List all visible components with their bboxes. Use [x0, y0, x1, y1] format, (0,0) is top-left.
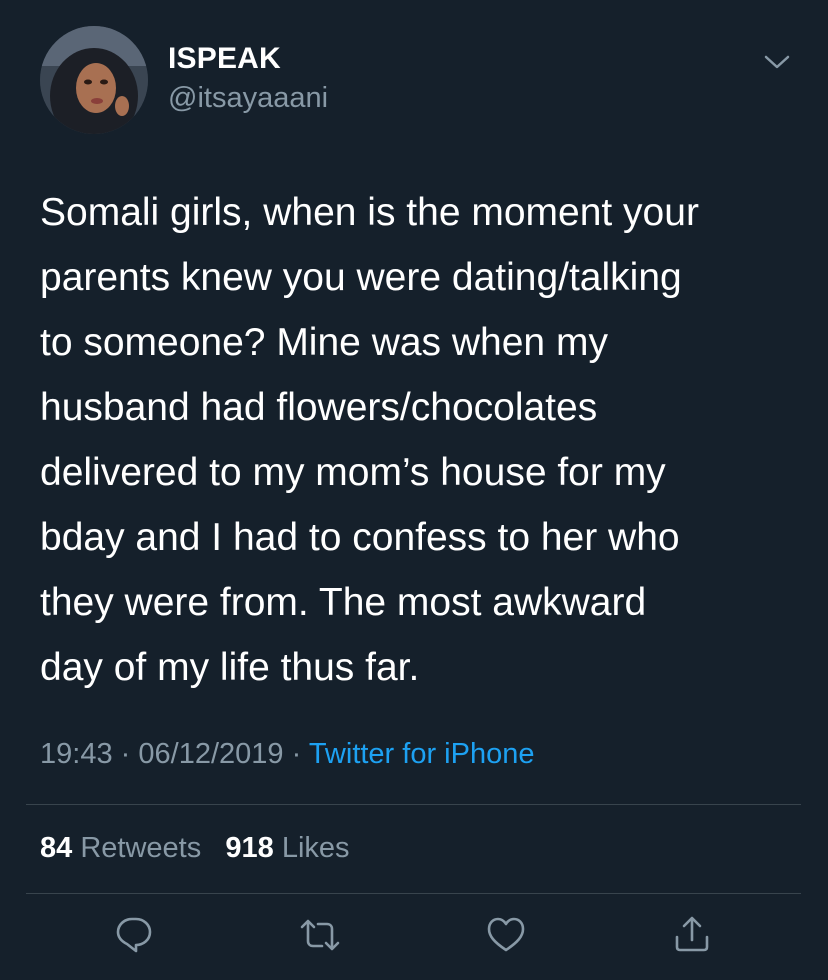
like-button[interactable] — [483, 912, 529, 958]
share-button[interactable] — [669, 912, 715, 958]
divider — [26, 804, 801, 805]
tweet-time[interactable]: 19:43 — [40, 738, 113, 770]
retweet-icon — [300, 919, 340, 951]
avatar-image — [40, 26, 148, 134]
divider — [26, 893, 801, 894]
tweet-meta: 19:43 · 06/12/2019 · Twitter for iPhone — [40, 738, 534, 771]
reply-button[interactable] — [111, 912, 157, 958]
tweet-date[interactable]: 06/12/2019 — [138, 738, 283, 770]
tweet-text-line: husband had flowers/chocolates — [40, 386, 598, 429]
like-icon — [487, 917, 525, 952]
user-handle[interactable]: @itsayaaani — [168, 82, 328, 115]
tweet-text-line: Somali girls, when is the moment your — [40, 191, 699, 234]
display-name[interactable]: ISPEAK — [168, 42, 281, 76]
reply-icon — [116, 917, 152, 953]
likes-label: Likes — [281, 832, 350, 864]
tweet-text-line: day of my life thus far. — [40, 646, 420, 689]
tweet-text-line: parents knew you were dating/talking — [40, 256, 682, 299]
retweets-count: 84 — [40, 832, 73, 864]
tweet-text: Somali girls, when is the moment your pa… — [40, 180, 800, 700]
tweet-source-link[interactable]: Twitter for iPhone — [309, 738, 535, 770]
share-icon — [675, 916, 709, 952]
likes-count: 918 — [225, 832, 274, 864]
likes-stat[interactable]: 918 Likes — [225, 832, 349, 864]
tweet-text-line: bday and I had to confess to her who — [40, 516, 680, 559]
tweet-card: ISPEAK @itsayaaani Somali girls, when is… — [0, 0, 828, 980]
chevron-down-icon[interactable] — [762, 50, 792, 74]
meta-separator: · — [120, 738, 131, 770]
retweets-label: Retweets — [80, 832, 202, 864]
retweets-stat[interactable]: 84 Retweets — [40, 832, 201, 864]
avatar[interactable] — [40, 26, 148, 134]
meta-separator: · — [291, 738, 302, 770]
tweet-text-line: to someone? Mine was when my — [40, 321, 608, 364]
tweet-text-line: they were from. The most awkward — [40, 581, 647, 624]
tweet-text-line: delivered to my mom’s house for my — [40, 451, 666, 494]
retweet-button[interactable] — [297, 912, 343, 958]
tweet-stats: 84 Retweets 918 Likes — [40, 832, 350, 865]
